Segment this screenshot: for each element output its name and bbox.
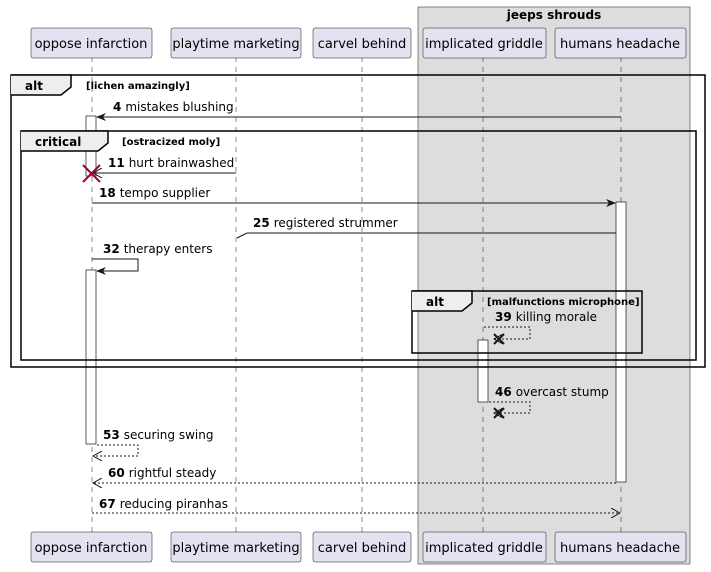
message-32 [92,258,139,275]
participants-bottom: oppose infarction playtime marketing car… [30,531,687,563]
participants-top: oppose infarction playtime marketing car… [30,27,687,59]
participant-label: oppose infarction [35,37,148,52]
participant-implicated-griddle[interactable]: implicated griddle [422,27,547,59]
participant-implicated-griddle[interactable]: implicated griddle [422,531,547,563]
sequence-diagram: jeeps shrouds oppose infarction playtime… [10,6,706,565]
fragment-keyword: critical [35,135,81,149]
message-label: 18 tempo supplier [99,186,210,200]
message-label: 60 rightful steady [108,466,216,480]
participant-label: carvel behind [318,541,407,556]
message-label: 39 killing morale [495,310,597,324]
participant-humans-headache[interactable]: humans headache [554,531,687,563]
message-label: 11 hurt brainwashed [108,156,234,170]
participant-label: humans headache [560,37,680,52]
fragment-keyword: alt [426,295,444,309]
activation-bar [85,269,97,445]
fragment-condition: [malfunctions microphone] [487,297,640,308]
participant-label: playtime marketing [172,541,299,556]
activation-bar [477,339,489,403]
activation-bar [615,201,627,483]
participant-playtime-marketing[interactable]: playtime marketing [170,531,302,563]
box-title: jeeps shrouds [506,8,601,22]
participant-label: implicated griddle [425,541,543,556]
message-label: 25 registered strummer [253,216,398,230]
fragment-condition: [lichen amazingly] [86,81,190,92]
message-53 [93,444,139,456]
fragment-condition: [ostracized moly] [122,137,220,148]
message-label: 67 reducing piranhas [99,497,228,511]
message-label: 53 securing swing [103,428,213,442]
participant-box: jeeps shrouds [417,6,691,565]
participant-label: carvel behind [318,37,407,52]
participant-label: playtime marketing [172,37,299,52]
participant-carvel-behind[interactable]: carvel behind [312,27,412,59]
participant-playtime-marketing[interactable]: playtime marketing [170,27,302,59]
participant-oppose-infarction[interactable]: oppose infarction [30,27,153,59]
participant-humans-headache[interactable]: humans headache [554,27,687,59]
participant-oppose-infarction[interactable]: oppose infarction [30,531,153,563]
participant-label: implicated griddle [425,37,543,52]
participant-carvel-behind[interactable]: carvel behind [312,531,412,563]
fragment-keyword: alt [25,79,43,93]
participant-label: humans headache [560,541,680,556]
message-label: 4 mistakes blushing [113,100,234,114]
participant-label: oppose infarction [35,541,148,556]
message-label: 32 therapy enters [103,242,212,256]
